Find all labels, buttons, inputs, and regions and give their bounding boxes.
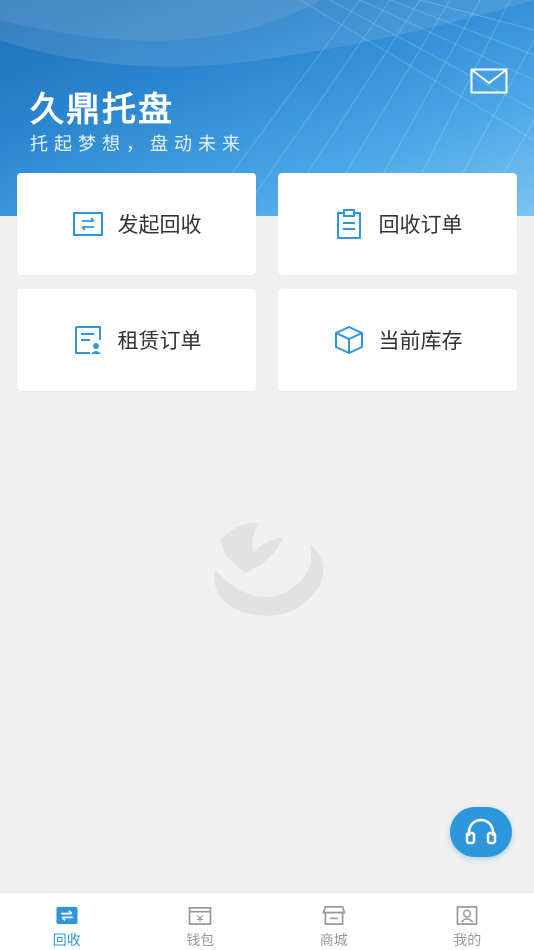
- headset-icon: [465, 818, 497, 845]
- profile-icon: [456, 906, 478, 925]
- recycle-orders-button[interactable]: 回收订单: [278, 173, 517, 275]
- box-icon: [334, 326, 363, 354]
- wallet-icon: [188, 907, 212, 925]
- customer-service-button[interactable]: [450, 807, 512, 857]
- tab-wallet[interactable]: 钱包: [134, 893, 268, 950]
- tab-recycle[interactable]: 回收: [0, 893, 134, 950]
- logo-watermark: [214, 522, 324, 616]
- tab-wallet-label: 钱包: [186, 933, 215, 949]
- bottom-tab-bar: 回收 钱包 商城 我的: [0, 892, 534, 950]
- tab-profile[interactable]: 我的: [401, 893, 534, 950]
- tab-recycle-label: 回收: [52, 933, 81, 949]
- mail-icon[interactable]: [470, 68, 508, 94]
- exchange-icon: [72, 212, 103, 236]
- tab-store-label: 商城: [319, 933, 348, 949]
- start-recycle-button[interactable]: 发起回收: [17, 173, 256, 275]
- app-slogan: 托起梦想，盘动未来: [30, 134, 246, 155]
- tab-profile-label: 我的: [453, 933, 482, 949]
- store-icon: [322, 906, 346, 925]
- lease-document-icon: [74, 326, 101, 354]
- exchange-icon: [56, 906, 78, 925]
- recycle-orders-label: 回收订单: [378, 213, 463, 237]
- current-inventory-button[interactable]: 当前库存: [278, 289, 517, 391]
- start-recycle-label: 发起回收: [117, 213, 202, 237]
- lease-orders-button[interactable]: 租赁订单: [17, 289, 256, 391]
- tab-store[interactable]: 商城: [267, 893, 401, 950]
- current-inventory-label: 当前库存: [378, 329, 463, 353]
- clipboard-icon: [336, 209, 361, 239]
- app-title: 久鼎托盘: [30, 90, 174, 130]
- lease-orders-label: 租赁订单: [117, 329, 202, 353]
